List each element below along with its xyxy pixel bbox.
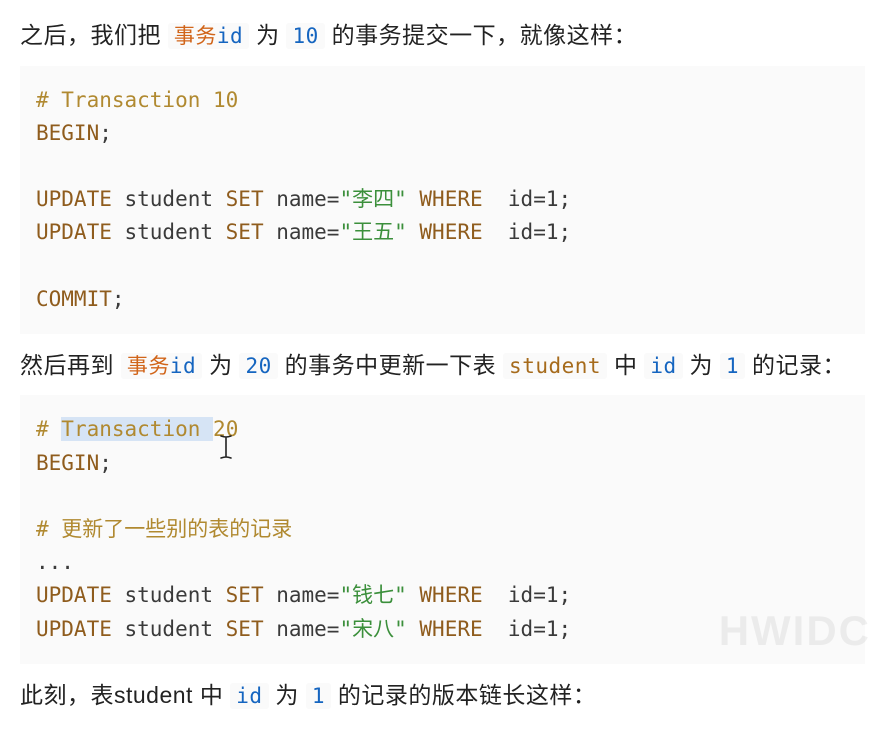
code-keyword: UPDATE [36,187,112,211]
code-keyword: COMMIT [36,287,112,311]
code-text: student [112,583,226,607]
code-keyword: SET [226,187,264,211]
code-block-transaction-10[interactable]: # Transaction 10 BEGIN; UPDATE student S… [20,66,865,334]
text: 中 [614,352,638,378]
code-text: name= [264,187,340,211]
code-string: "钱七" [339,583,406,607]
paragraph-intro-update: 然后再到 事务id 为 20 的事务中更新一下表 student 中 id 为 … [20,348,865,384]
text: 之后，我们把 [20,22,161,48]
inline-code-txn-id: 事务id [168,23,249,49]
paragraph-version-chain: 此刻，表student 中 id 为 1 的记录的版本链长这样： [20,678,865,714]
code-text: id=1; [483,583,572,607]
inline-code-part: 事务 [174,24,217,48]
inline-code-number: 10 [286,23,324,49]
code-keyword: SET [226,583,264,607]
code-text: student [112,187,226,211]
text: 为 [256,22,280,48]
text: 的记录的版本链长这样： [338,682,597,708]
text: 的事务提交一下，就像这样： [332,22,638,48]
code-punct: ; [99,451,112,475]
code-keyword: UPDATE [36,583,112,607]
inline-code-id: id [644,353,682,379]
code-text: id=1; [483,220,572,244]
code-text: name= [264,220,340,244]
code-keyword: BEGIN [36,121,99,145]
code-keyword: WHERE [419,187,482,211]
code-keyword: BEGIN [36,451,99,475]
code-comment: # 更新了一些别的表的记录 [36,517,292,541]
inline-code-number: 1 [720,353,745,379]
inline-code-part: id [217,24,243,48]
text: 为 [690,352,714,378]
code-text: student [112,617,226,641]
text: 此刻，表student 中 [20,682,223,708]
text: 然后再到 [20,352,114,378]
code-keyword: WHERE [419,583,482,607]
code-keyword: WHERE [419,220,482,244]
code-text: # [36,417,61,441]
text: 为 [209,352,233,378]
text: 的记录： [752,352,846,378]
text: 的事务中更新一下表 [285,352,497,378]
inline-code-txn-id: 事务id [121,353,202,379]
code-punct: ; [112,287,125,311]
inline-code-id: id [230,683,268,709]
inline-code-table: student [503,353,607,379]
selection-highlight: Transaction [61,417,200,441]
code-text: id=1; [483,187,572,211]
paragraph-intro-commit: 之后，我们把 事务id 为 10 的事务提交一下，就像这样： [20,18,865,54]
inline-code-number: 20 [239,353,277,379]
code-keyword: SET [226,617,264,641]
code-text: name= [264,583,340,607]
inline-code-number: 1 [306,683,331,709]
inline-code-part: 事务 [127,354,170,378]
code-string: "李四" [339,187,406,211]
code-comment: # Transaction 20 [36,417,238,441]
code-text: name= [264,617,340,641]
code-text: id=1; [483,617,572,641]
code-keyword: UPDATE [36,617,112,641]
code-text: ... [36,550,74,574]
selection-highlight [200,417,213,441]
code-keyword: WHERE [419,617,482,641]
code-comment: # Transaction 10 [36,88,238,112]
code-punct: ; [99,121,112,145]
code-string: "王五" [339,220,406,244]
code-keyword: UPDATE [36,220,112,244]
code-keyword: SET [226,220,264,244]
inline-code-part: id [170,354,196,378]
text: 为 [275,682,299,708]
code-string: "宋八" [339,617,406,641]
code-block-transaction-20[interactable]: # Transaction 20 BEGIN; # 更新了一些别的表的记录 ..… [20,395,865,663]
code-text: student [112,220,226,244]
article-content: 之后，我们把 事务id 为 10 的事务提交一下，就像这样： # Transac… [0,0,885,737]
